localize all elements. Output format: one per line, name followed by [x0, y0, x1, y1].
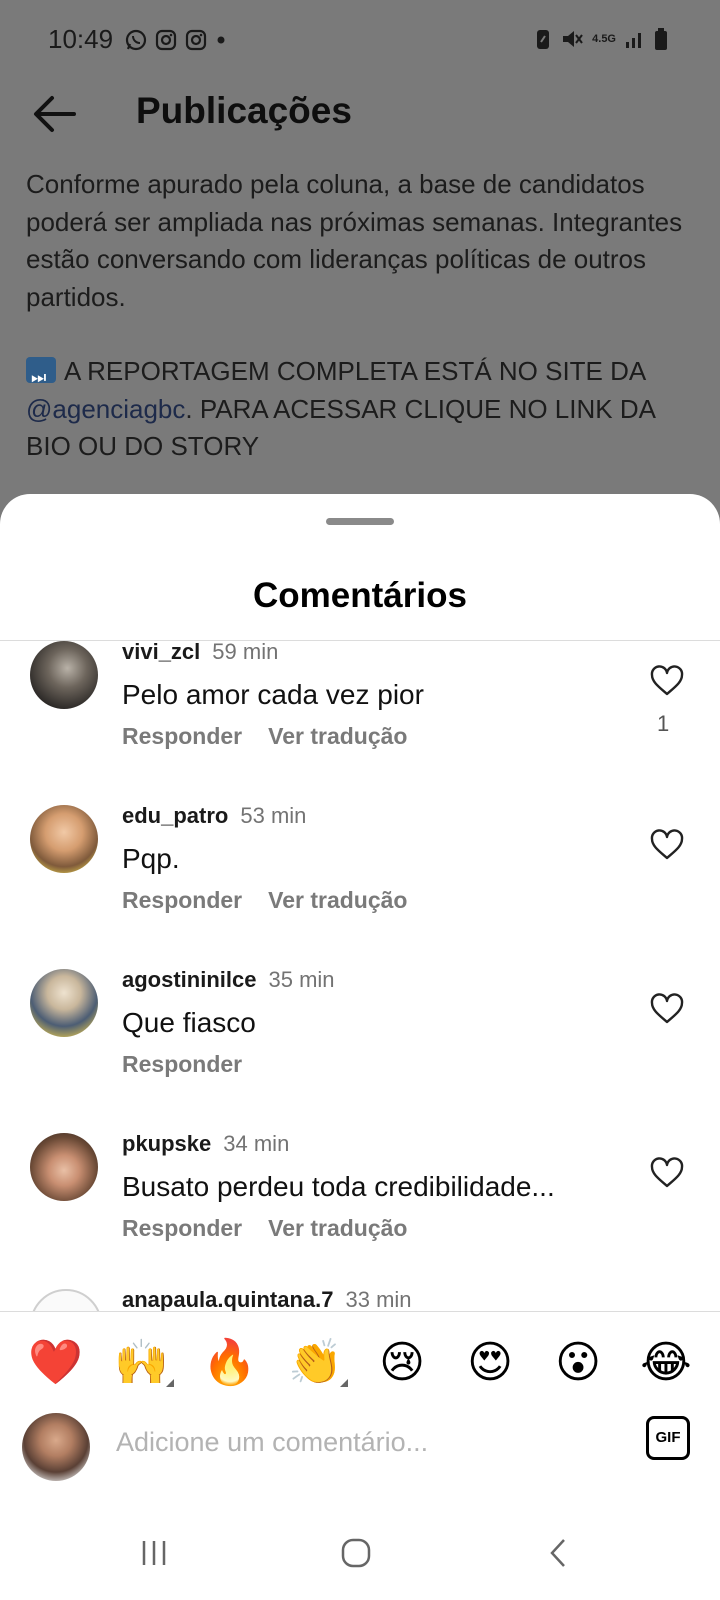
- status-time: 10:49: [48, 24, 114, 54]
- comment-username[interactable]: vivi_zcl: [122, 641, 200, 664]
- comment-actions: Responder Ver tradução: [122, 1215, 433, 1242]
- comment-text: Que fiasco: [122, 1007, 256, 1038]
- network-type: 4.5G: [592, 33, 616, 45]
- post-caption: Conforme apurado pela coluna, a base de …: [26, 166, 696, 466]
- dot-icon: [217, 36, 225, 44]
- translate-button[interactable]: Ver tradução: [268, 887, 407, 913]
- composer-area: ❤️ 🙌 🔥 👏 😢 😍 😮 😂 Adicione um comentário.…: [0, 1311, 720, 1600]
- page-title: Publicações: [136, 90, 352, 131]
- caption-paragraph: Conforme apurado pela coluna, a base de …: [26, 169, 683, 312]
- comment-username[interactable]: agostininilce: [122, 967, 256, 992]
- heart-icon[interactable]: [650, 1157, 684, 1189]
- recent-apps-icon[interactable]: [138, 1537, 170, 1569]
- comment-user[interactable]: edu_patro 53 min: [122, 803, 306, 829]
- comment-username[interactable]: edu_patro: [122, 803, 228, 828]
- comment-user[interactable]: agostininilce 35 min: [122, 967, 335, 993]
- avatar[interactable]: [30, 1133, 98, 1201]
- post-header: Publicações: [0, 80, 720, 150]
- emoji-raising-hands-button[interactable]: 🙌: [114, 1337, 169, 1389]
- comment-item: pkupske 34 min Busato perdeu toda credibi…: [0, 1117, 720, 1277]
- battery-saver-icon: [537, 30, 550, 49]
- comment-actions: Responder Ver tradução: [122, 723, 433, 750]
- comment-user[interactable]: anapaula.quintana.7 33 min: [122, 1287, 412, 1311]
- instagram-icon: [155, 29, 177, 51]
- reply-button[interactable]: Responder: [122, 1215, 242, 1241]
- comments-sheet: Comentários vivi_zcl 59 min Pelo amor cad…: [0, 494, 720, 1600]
- heart-icon[interactable]: [650, 829, 684, 861]
- comment-username[interactable]: anapaula.quintana.7: [122, 1287, 334, 1311]
- skin-tone-indicator: [340, 1379, 348, 1387]
- mute-icon: [563, 31, 583, 47]
- comment-item: edu_patro 53 min Pqp. Responder Ver traduç…: [0, 789, 720, 949]
- heart-icon[interactable]: [650, 993, 684, 1025]
- my-avatar: [22, 1413, 90, 1481]
- system-nav-bar: [0, 1511, 720, 1600]
- emoji-heart-eyes-button[interactable]: 😍: [464, 1337, 516, 1389]
- comment-user[interactable]: vivi_zcl 59 min: [122, 641, 278, 665]
- signal-icon: [626, 33, 641, 48]
- sheet-title: Comentários: [253, 576, 467, 615]
- comment-time: 33 min: [345, 1287, 412, 1311]
- drag-handle[interactable]: [326, 518, 394, 525]
- translate-button[interactable]: Ver tradução: [268, 723, 407, 749]
- avatar[interactable]: [30, 805, 98, 873]
- comment-item: anapaula.quintana.7 33 min: [0, 1281, 720, 1311]
- like-count: 1: [657, 711, 670, 736]
- comment-text: Busato perdeu toda credibilidade...: [122, 1171, 555, 1202]
- emoji-surprised-button[interactable]: 😮: [552, 1337, 604, 1389]
- instagram-icon: [185, 29, 207, 51]
- heart-icon[interactable]: [650, 665, 684, 697]
- back-arrow-icon[interactable]: [30, 92, 78, 136]
- comment-item: vivi_zcl 59 min Pelo amor cada vez pior R…: [0, 641, 720, 785]
- system-icons: 4.5G: [534, 26, 668, 52]
- comment-text: Pqp.: [122, 843, 180, 874]
- caption-cta-line: A REPORTAGEM COMPLETA ESTÁ NO SITE DA: [64, 356, 645, 386]
- battery-icon: [655, 28, 667, 50]
- comment-time: 35 min: [268, 967, 335, 992]
- caption-cta: A REPORTAGEM COMPLETA ESTÁ NO SITE DA @a…: [26, 353, 696, 466]
- fast-forward-icon: [26, 357, 56, 397]
- notification-icons: [124, 28, 228, 52]
- comment-actions: Responder Ver tradução: [122, 887, 433, 914]
- mention-link[interactable]: @agenciagbc: [26, 394, 185, 424]
- whatsapp-icon: [125, 29, 147, 51]
- status-bar: 10:49 4.5G: [0, 0, 720, 80]
- avatar[interactable]: [30, 969, 98, 1037]
- emoji-crying-button[interactable]: 😢: [376, 1337, 428, 1389]
- nav-back-icon[interactable]: [546, 1537, 570, 1569]
- translate-button[interactable]: Ver tradução: [268, 1215, 407, 1241]
- comment-text: Pelo amor cada vez pior: [122, 679, 424, 710]
- emoji-fire-button[interactable]: 🔥: [202, 1337, 257, 1389]
- comment-actions: Responder: [122, 1051, 268, 1078]
- gif-button[interactable]: GIF: [646, 1416, 690, 1460]
- comment-time: 59 min: [212, 641, 279, 664]
- comment-username[interactable]: pkupske: [122, 1131, 211, 1156]
- reply-button[interactable]: Responder: [122, 887, 242, 913]
- comment-time: 53 min: [240, 803, 307, 828]
- divider: [0, 1311, 720, 1312]
- reply-button[interactable]: Responder: [122, 1051, 242, 1077]
- comment-user[interactable]: pkupske 34 min: [122, 1131, 289, 1157]
- reply-button[interactable]: Responder: [122, 723, 242, 749]
- comment-input[interactable]: Adicione um comentário...: [116, 1427, 428, 1458]
- avatar[interactable]: [30, 641, 98, 709]
- avatar[interactable]: [30, 1289, 102, 1311]
- home-icon[interactable]: [340, 1537, 372, 1569]
- emoji-clap-button[interactable]: 👏: [288, 1337, 343, 1389]
- emoji-laughing-button[interactable]: 😂: [640, 1337, 692, 1389]
- comment-list[interactable]: vivi_zcl 59 min Pelo amor cada vez pior R…: [0, 641, 720, 1311]
- emoji-heart-button[interactable]: ❤️: [28, 1337, 83, 1389]
- comment-time: 34 min: [223, 1131, 290, 1156]
- comment-item: agostininilce 35 min Que fiasco Responder: [0, 953, 720, 1113]
- skin-tone-indicator: [166, 1379, 174, 1387]
